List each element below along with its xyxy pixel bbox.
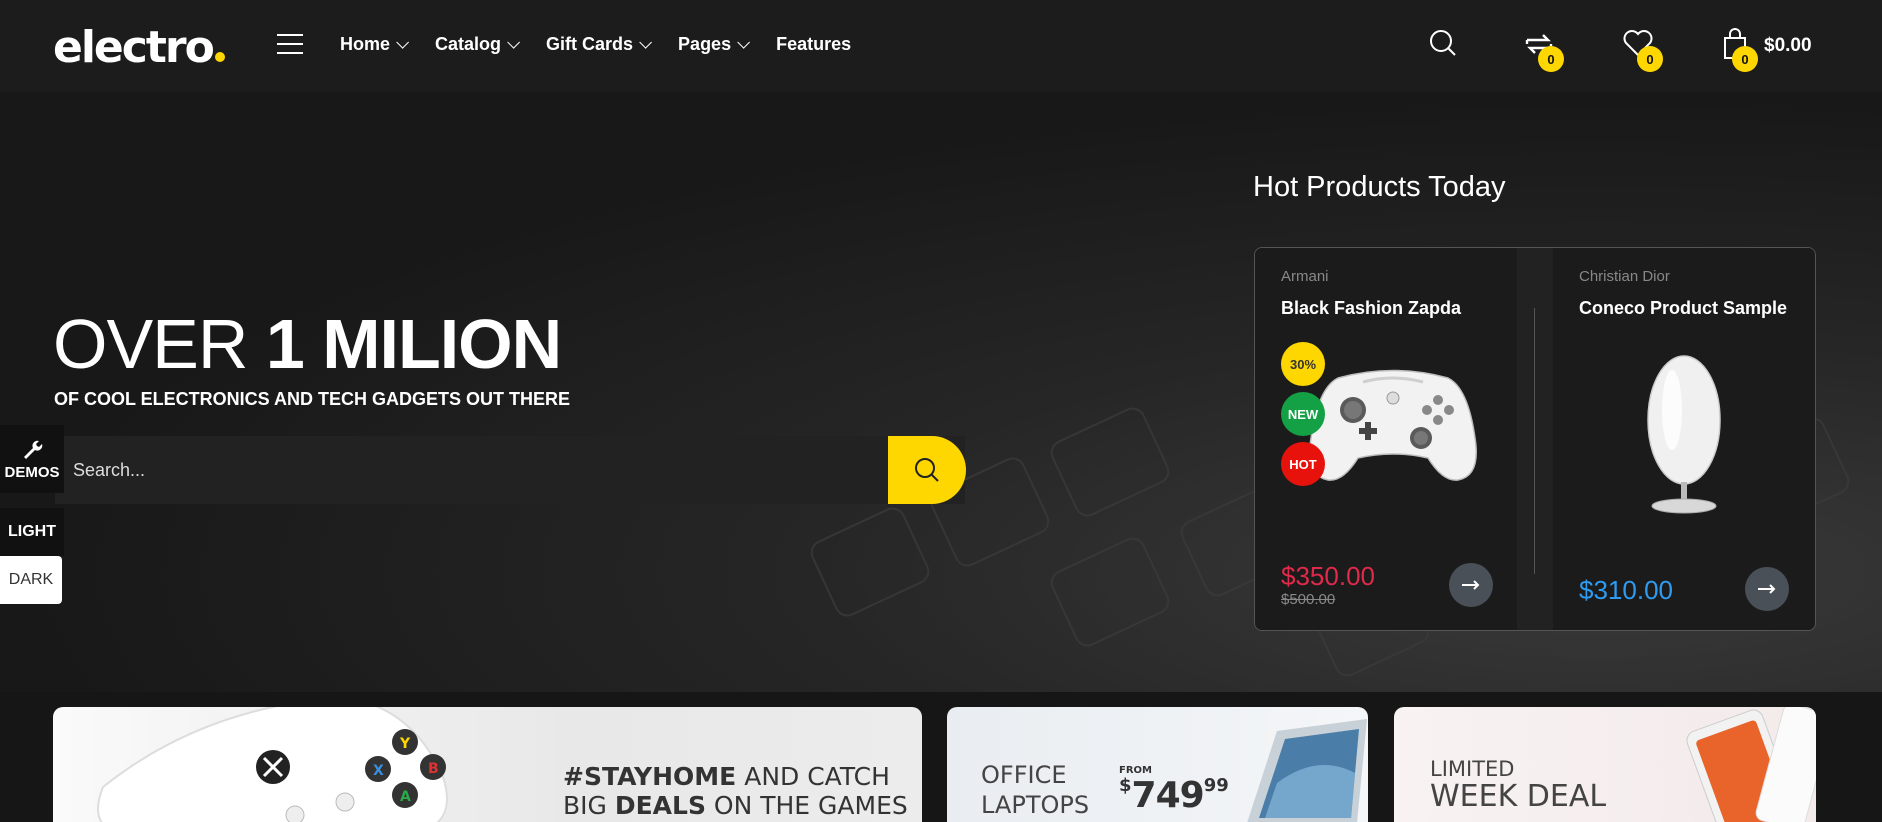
- hero-title: OVER 1 MILION: [53, 305, 562, 383]
- banner-deal-line1: LIMITED: [1430, 757, 1515, 781]
- site-header: electro Home Catalog Gift Cards Pages Fe…: [0, 0, 1882, 92]
- svg-text:X: X: [373, 763, 384, 779]
- hero-search: [55, 436, 965, 504]
- game-controller-image: [1309, 369, 1477, 481]
- svg-text:A: A: [400, 789, 411, 805]
- promo-banner-week-deal[interactable]: LIMITED WEEK DEAL: [1394, 707, 1816, 822]
- view-product-button[interactable]: [1745, 567, 1789, 611]
- search-icon[interactable]: [1428, 28, 1462, 62]
- chevron-down-icon: [737, 36, 751, 49]
- banner-games-line1: #STAYHOME AND CATCH: [563, 762, 890, 791]
- product-card[interactable]: Christian Dior Coneco Product Sample $31…: [1553, 248, 1815, 630]
- product-brand: Armani: [1281, 268, 1329, 285]
- main-nav: Home Catalog Gift Cards Pages Features: [340, 34, 851, 55]
- cart-total[interactable]: $0.00: [1764, 35, 1812, 57]
- search-input[interactable]: [55, 436, 965, 504]
- arrow-right-icon: [1758, 584, 1776, 594]
- dark-mode-button[interactable]: DARK: [0, 556, 62, 604]
- compare-count-badge: 0: [1538, 46, 1564, 72]
- promo-banner-games[interactable]: Y B X A #STAYHOME AND CATCH BIG DEALS ON…: [53, 707, 922, 822]
- wrench-icon: [24, 440, 43, 459]
- compare-icon[interactable]: 0: [1522, 28, 1564, 72]
- card-gap: [1517, 248, 1553, 630]
- discount-tag: 30%: [1281, 342, 1325, 386]
- product-old-price: $500.00: [1281, 591, 1336, 608]
- demos-button[interactable]: DEMOS: [0, 425, 64, 493]
- cart-icon[interactable]: 0: [1722, 28, 1758, 72]
- hot-tag: HOT: [1281, 442, 1325, 486]
- banner-laptops-line1: OFFICE: [981, 761, 1067, 789]
- nav-gift-cards[interactable]: Gift Cards: [546, 34, 653, 55]
- chevron-down-icon: [507, 36, 521, 49]
- product-name[interactable]: Coneco Product Sample: [1579, 298, 1787, 319]
- svg-text:Y: Y: [399, 736, 411, 752]
- demos-label: DEMOS: [4, 463, 60, 481]
- new-tag: NEW: [1281, 392, 1325, 436]
- hero-subtitle: OF COOL ELECTRONICS AND TECH GADGETS OUT…: [54, 389, 571, 409]
- hot-products-carousel: Armani Black Fashion Zapda 30% NEW HOT $…: [1254, 247, 1816, 631]
- logo-dot: [214, 52, 225, 62]
- search-button[interactable]: [888, 436, 966, 504]
- speaker-image: [1647, 355, 1721, 514]
- phone-banner-image: [1686, 707, 1816, 822]
- heart-icon[interactable]: 0: [1622, 28, 1663, 72]
- product-brand: Christian Dior: [1579, 268, 1670, 285]
- search-icon: [915, 458, 939, 482]
- card-divider: [1534, 308, 1535, 574]
- laptop-banner-image: [1247, 719, 1367, 822]
- view-product-button[interactable]: [1449, 563, 1493, 607]
- svg-text:B: B: [428, 761, 439, 777]
- site-logo[interactable]: electro: [53, 22, 225, 73]
- banner-laptops-price: $74999: [1119, 775, 1229, 816]
- cart-count-badge: 0: [1732, 46, 1758, 72]
- product-price: $350.00: [1281, 561, 1375, 591]
- wishlist-count-badge: 0: [1637, 46, 1663, 72]
- menu-icon[interactable]: [277, 34, 303, 56]
- banner-deal-line2: WEEK DEAL: [1430, 779, 1607, 814]
- chevron-down-icon: [396, 36, 410, 49]
- product-name[interactable]: Black Fashion Zapda: [1281, 298, 1461, 319]
- nav-pages[interactable]: Pages: [678, 34, 751, 55]
- light-mode-button[interactable]: LIGHT: [0, 508, 64, 556]
- product-price: $310.00: [1579, 575, 1673, 605]
- nav-home[interactable]: Home: [340, 34, 410, 55]
- arrow-right-icon: [1462, 580, 1480, 590]
- controller-banner-image: Y B X A: [97, 707, 448, 822]
- promo-banner-laptops[interactable]: OFFICE LAPTOPS FROM $74999: [947, 707, 1368, 822]
- product-card[interactable]: Armani Black Fashion Zapda 30% NEW HOT $…: [1255, 248, 1517, 630]
- chevron-down-icon: [639, 36, 653, 49]
- banner-laptops-line2: LAPTOPS: [981, 791, 1090, 819]
- hot-products-title: Hot Products Today: [1253, 171, 1506, 203]
- banner-games-line2: BIG DEALS ON THE GAMES: [563, 791, 908, 820]
- nav-catalog[interactable]: Catalog: [435, 34, 521, 55]
- nav-features[interactable]: Features: [776, 34, 851, 55]
